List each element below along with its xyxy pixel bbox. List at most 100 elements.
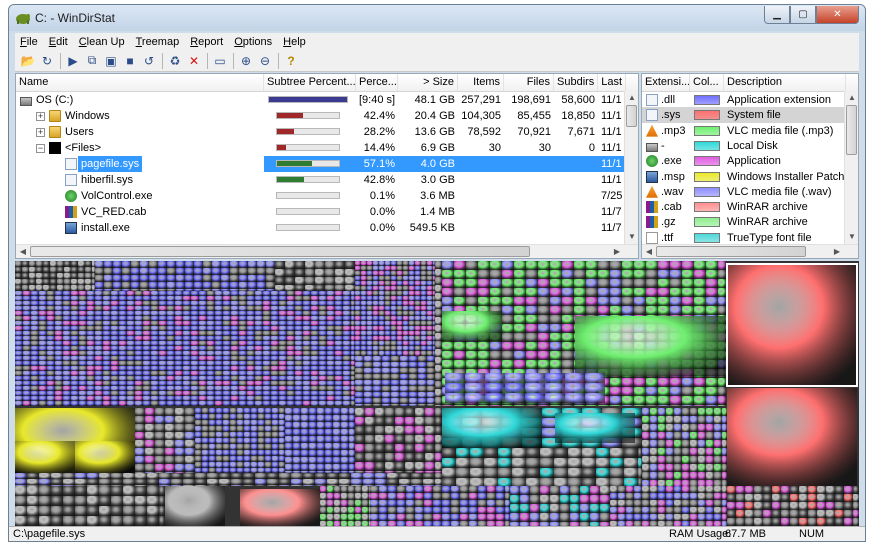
- directory-list[interactable]: Name Subtree Percent... Perce... > Size Item…: [15, 73, 639, 259]
- treemap-cell[interactable]: [31, 361, 39, 366]
- treemap-cell[interactable]: [311, 366, 319, 371]
- treemap-cell[interactable]: [400, 404, 409, 406]
- treemap-cell[interactable]: [433, 486, 442, 493]
- treemap-cell[interactable]: [442, 405, 454, 406]
- treemap-cell[interactable]: [763, 486, 772, 494]
- treemap-cell[interactable]: [87, 371, 95, 376]
- treemap-cell[interactable]: [319, 386, 327, 391]
- treemap-cell[interactable]: [119, 371, 127, 376]
- treemap-cell[interactable]: [526, 270, 538, 279]
- treemap-cell[interactable]: [586, 405, 598, 406]
- treemap-cell[interactable]: [79, 321, 87, 326]
- treemap-cell[interactable]: [674, 486, 682, 493]
- treemap-cell[interactable]: [79, 381, 87, 386]
- treemap-cell[interactable]: [239, 401, 247, 406]
- treemap-cell[interactable]: [385, 336, 391, 341]
- treemap-cell[interactable]: [317, 429, 325, 436]
- treemap-cell[interactable]: [39, 356, 47, 361]
- treemap-cell[interactable]: [586, 288, 598, 297]
- treemap-cell[interactable]: [191, 291, 199, 296]
- treemap-cell[interactable]: [143, 371, 151, 376]
- treemap-cell[interactable]: [690, 514, 698, 521]
- treemap-cell[interactable]: [279, 391, 287, 396]
- treemap-cell[interactable]: [183, 366, 191, 371]
- treemap-cell[interactable]: [279, 356, 287, 361]
- treemap-cell[interactable]: [247, 371, 255, 376]
- treemap-cell[interactable]: [355, 514, 362, 521]
- treemap-cell[interactable]: [155, 472, 165, 473]
- treemap-cell[interactable]: [95, 291, 103, 296]
- treemap-cell[interactable]: [176, 268, 185, 275]
- treemap-cell[interactable]: [183, 311, 191, 316]
- treemap-cell[interactable]: [272, 438, 279, 444]
- treemap-cell[interactable]: [285, 457, 293, 464]
- treemap-cell[interactable]: [239, 301, 247, 306]
- treemap-cell[interactable]: [618, 493, 626, 500]
- treemap-cell[interactable]: [754, 518, 763, 526]
- treemap-cell[interactable]: [237, 438, 244, 444]
- column-header-0[interactable]: Name: [16, 74, 264, 91]
- treemap-cell[interactable]: [722, 408, 727, 416]
- treemap-cell[interactable]: [388, 507, 397, 514]
- treemap-cell[interactable]: [165, 486, 225, 528]
- treemap-cell[interactable]: [39, 366, 47, 371]
- treemap-cell[interactable]: [15, 336, 23, 341]
- tree-row[interactable]: + Windows 42.4% 20.4 GB 104,305 85,455 18,850 1…: [16, 108, 624, 124]
- treemap-cell[interactable]: [674, 507, 682, 514]
- treemap-cell[interactable]: [85, 279, 92, 285]
- treemap-cell[interactable]: [327, 361, 335, 366]
- treemap-cell[interactable]: [478, 360, 490, 369]
- treemap-cell[interactable]: [826, 510, 835, 518]
- treemap-cell[interactable]: [263, 391, 271, 396]
- treemap-cell[interactable]: [23, 341, 31, 346]
- treemap-cell[interactable]: [255, 296, 263, 301]
- treemap-cell[interactable]: [379, 321, 385, 326]
- treemap-cell[interactable]: [335, 296, 343, 301]
- treemap-cell[interactable]: [355, 386, 364, 392]
- treemap-cell[interactable]: [15, 516, 27, 526]
- treemap-cell[interactable]: [55, 401, 63, 406]
- treemap-cell[interactable]: [403, 266, 409, 271]
- treemap-cell[interactable]: [71, 336, 79, 341]
- treemap-cell[interactable]: [379, 500, 388, 507]
- treemap-cell[interactable]: [295, 341, 303, 346]
- treemap-cell[interactable]: [658, 279, 670, 288]
- treemap-cell[interactable]: [391, 404, 400, 406]
- treemap-cell[interactable]: [258, 420, 265, 426]
- treemap-cell[interactable]: [203, 261, 212, 268]
- treemap-cell[interactable]: [231, 361, 239, 366]
- treemap-cell[interactable]: [203, 289, 212, 291]
- treemap-cell[interactable]: [55, 316, 63, 321]
- treemap-cell[interactable]: [618, 486, 626, 493]
- treemap-cell[interactable]: [123, 486, 135, 496]
- treemap-cell[interactable]: [155, 440, 165, 448]
- treemap-cell[interactable]: [151, 326, 159, 331]
- treemap-cell[interactable]: [433, 507, 442, 514]
- treemap-cell[interactable]: [113, 282, 122, 289]
- treemap-cell[interactable]: [403, 296, 409, 301]
- treemap-cell[interactable]: [781, 510, 790, 518]
- treemap-cell[interactable]: [305, 269, 315, 277]
- treemap-cell[interactable]: [781, 486, 790, 494]
- treemap-cell[interactable]: [433, 306, 435, 311]
- treemap-cell[interactable]: [670, 306, 682, 315]
- treemap-cell[interactable]: [385, 326, 391, 331]
- treemap-cell[interactable]: [119, 346, 127, 351]
- treemap-cell[interactable]: [638, 458, 642, 468]
- treemap-cell[interactable]: [87, 396, 95, 401]
- treemap-cell[interactable]: [530, 495, 540, 504]
- treemap-cell[interactable]: [237, 408, 244, 414]
- treemap-cell[interactable]: [287, 401, 295, 406]
- treemap-cell[interactable]: [335, 326, 343, 331]
- treemap-cell[interactable]: [258, 462, 265, 468]
- treemap-cell[interactable]: [485, 383, 505, 393]
- treemap-cell[interactable]: [131, 289, 140, 291]
- treemap-cell[interactable]: [135, 486, 147, 496]
- treemap-cell[interactable]: [293, 450, 301, 457]
- treemap-cell[interactable]: [15, 306, 23, 311]
- treemap-cell[interactable]: [343, 356, 351, 361]
- treemap-cell[interactable]: [122, 289, 131, 291]
- treemap-cell[interactable]: [400, 362, 409, 368]
- treemap-cell[interactable]: [754, 510, 763, 518]
- treemap-cell[interactable]: [538, 279, 550, 288]
